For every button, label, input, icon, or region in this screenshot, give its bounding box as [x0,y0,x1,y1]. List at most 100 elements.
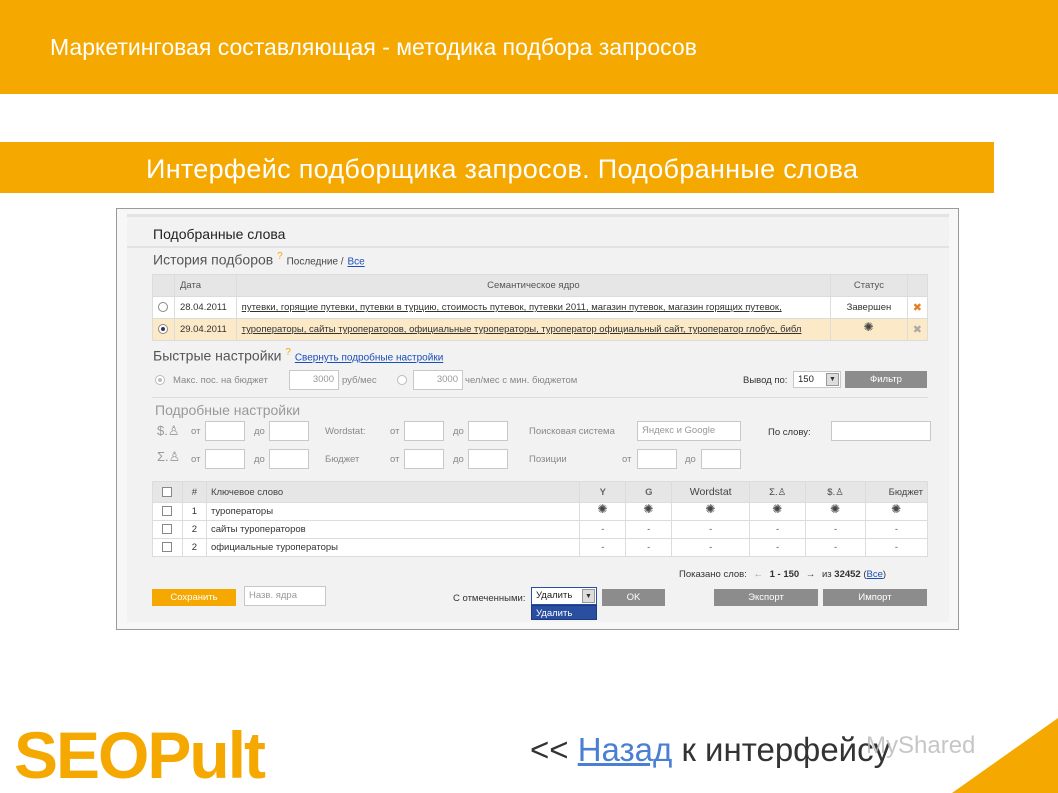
by-word-input[interactable] [831,421,931,441]
wordstat-to-input[interactable] [468,421,508,441]
table-row[interactable]: 2 сайты туроператоров - - - - - - [152,520,929,539]
budget-to-input[interactable] [468,449,508,469]
back-link[interactable]: Назад [578,731,673,768]
row-checkbox-cell[interactable] [152,538,183,557]
filter-button[interactable]: Фильтр [845,371,927,388]
history-col-status: Статус [830,274,908,297]
history-row-radio-cell[interactable] [152,296,175,319]
col-wordstat[interactable]: Wordstat [671,481,751,503]
quick-settings-heading: Быстрые настройки ? Свернуть подробные н… [153,347,443,364]
wordstat-from-input[interactable] [404,421,444,441]
col-google[interactable]: G [625,481,673,503]
history-core-cell[interactable]: туроператоры, сайты туроператоров, офици… [235,318,832,341]
col-yandex[interactable]: Y [579,481,627,503]
max-pos-radio[interactable] [155,375,165,385]
select-all-checkbox[interactable] [162,486,173,497]
header-band: Маркетинговая составляющая - методика по… [0,0,1058,94]
back-arrow: << [530,731,569,768]
history-status-cell [830,318,908,341]
col-dollar[interactable]: $.♙ [805,481,866,503]
history-radio[interactable] [158,324,169,335]
core-name-input[interactable]: Назв. ядра [244,586,326,606]
row-num: 1 [181,502,207,521]
pager-next-icon[interactable]: → [806,569,816,580]
history-col-select [152,274,175,297]
output-label: Вывод по: [743,375,788,386]
row-checkbox[interactable] [162,506,173,517]
delete-icon[interactable]: ✖ [913,302,922,314]
people-radio[interactable] [397,375,407,385]
history-remove-cell[interactable]: ✖ [906,296,929,319]
history-col-remove [906,274,929,297]
page-title: Маркетинговая составляющая - методика по… [50,34,697,60]
loading-spinner-icon [830,502,841,516]
row-num: 2 [181,538,207,557]
action-select[interactable]: Удалить ▼ [531,587,597,605]
range-from-input[interactable] [205,449,245,469]
history-row-radio-cell[interactable] [152,318,175,341]
corner-accent [952,718,1058,793]
history-core-link[interactable]: туроператоры, сайты туроператоров, офици… [242,324,802,335]
people-label: чел/мес с мин. бюджетом [465,375,578,386]
row-dollar: - [805,538,866,557]
positions-label: Позиции [529,454,567,465]
delete-icon[interactable]: ✖ [913,324,922,336]
dollar-symbol: $. [157,423,168,438]
search-system-select[interactable]: Яндекс и Google [637,421,741,441]
with-selected-label: С отмеченными: [453,593,526,604]
range-to-input[interactable] [269,421,309,441]
col-keyword[interactable]: Ключевое слово [205,481,581,503]
pager-all-link[interactable]: Все [867,569,883,580]
help-icon[interactable]: ? [277,251,283,262]
row-sigma: - [749,538,807,557]
row-checkbox-cell[interactable] [152,502,183,521]
range-to-input[interactable] [269,449,309,469]
history-core-cell[interactable]: путевки, горящие путевки, путевки в турц… [235,296,832,319]
row-budget: - [864,520,929,539]
slide-subtitle: Интерфейс подборщика запросов. Подобранн… [146,154,859,184]
col-sigma[interactable]: Σ.♙ [749,481,807,503]
range-from-input[interactable] [205,421,245,441]
positions-from-input[interactable] [637,449,677,469]
history-filter-all[interactable]: Все [347,257,364,268]
action-dropdown-option[interactable]: Удалить [531,605,597,620]
history-radio[interactable] [158,302,169,313]
import-button[interactable]: Импорт [823,589,927,606]
row-checkbox[interactable] [162,524,173,535]
history-filter-last[interactable]: Последние / [287,257,344,268]
row-checkbox-cell[interactable] [152,520,183,539]
chevron-down-icon[interactable]: ▼ [826,373,839,386]
pager-prev-icon[interactable]: ← [753,569,763,580]
budget-label: Бюджет [325,454,360,465]
positions-to-input[interactable] [701,449,741,469]
max-pos-input[interactable]: 3000 [289,370,339,390]
table-row[interactable]: 1 туроператоры [152,502,929,521]
history-remove-cell[interactable]: ✖ [906,318,929,341]
help-icon[interactable]: ? [285,347,291,358]
pager-range: 1 - 150 [769,569,800,580]
history-date: 28.04.2011 [173,296,237,319]
row-wordstat: - [671,520,751,539]
ok-button[interactable]: OK [602,589,665,606]
row-checkbox[interactable] [162,542,173,553]
chevron-down-icon[interactable]: ▼ [582,589,595,603]
search-system-label: Поисковая система [529,426,615,437]
export-button[interactable]: Экспорт [714,589,818,606]
select-all-cell[interactable] [152,481,183,503]
panel-divider [127,246,949,248]
budget-from-input[interactable] [404,449,444,469]
save-button[interactable]: Сохранить [152,589,236,606]
collapse-settings-link[interactable]: Свернуть подробные настройки [295,353,443,364]
output-select[interactable]: 150 ▼ [793,371,841,388]
history-row[interactable]: 28.04.2011 путевки, горящие путевки, пут… [152,296,929,319]
sigma-label: Σ. [769,486,778,498]
table-row[interactable]: 2 официальные туроператоры - - - - - - [152,538,929,557]
people-input[interactable]: 3000 [413,370,463,390]
history-row[interactable]: 29.04.2011 туроператоры, сайты туроперат… [152,318,929,341]
history-table: Дата Семантическое ядро Статус 28.04.201… [152,274,929,341]
history-core-link[interactable]: путевки, горящие путевки, путевки в турц… [242,302,782,313]
col-budget[interactable]: Бюджет [864,481,929,503]
row-sigma-cell [749,502,807,521]
row-keyword: официальные туроператоры [205,538,581,557]
panel-title: Подобранные слова [153,226,286,242]
